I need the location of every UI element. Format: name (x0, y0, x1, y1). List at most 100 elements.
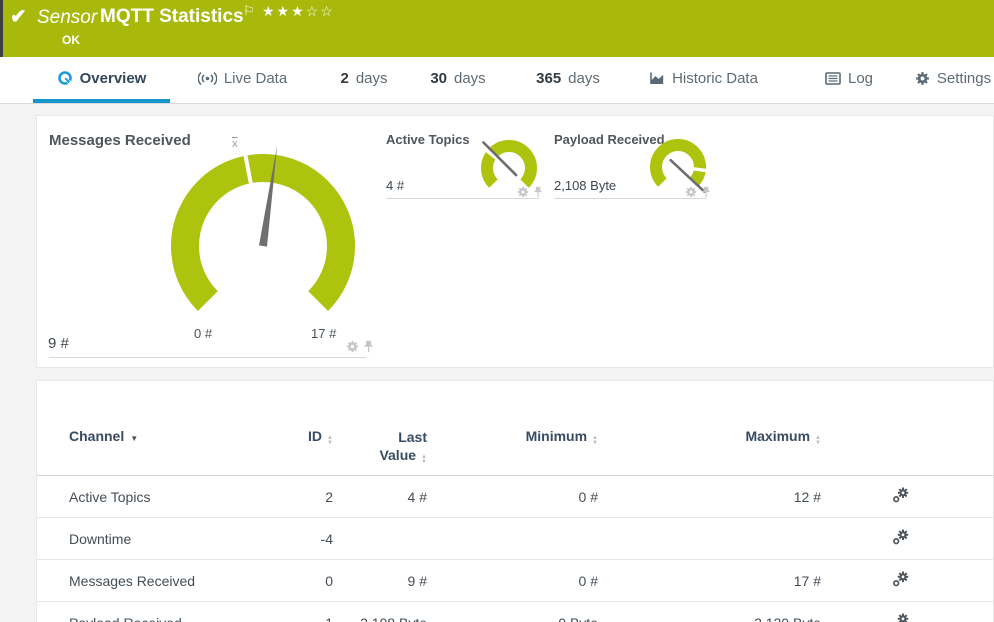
table-row[interactable]: Payload Received 1 2,108 Byte 0 Byte 2,1… (37, 601, 994, 622)
channels-table: Channel ▼ ID ▲ ▼ Last Value ▲ ▼ Minimum ▲ ▼ Maxi… (37, 381, 994, 622)
table-row[interactable]: Active Topics 2 4 # 0 # 12 # (37, 475, 994, 518)
channel-settings-gears-icon[interactable] (893, 487, 909, 503)
active-topics-value: 4 # (386, 178, 405, 193)
page-title: MQTT Statistics (100, 6, 244, 27)
col-header-maximum[interactable]: Maximum ▲ ▼ (602, 381, 827, 476)
cell-channel[interactable]: Active Topics (37, 475, 277, 518)
historic-chart-icon (650, 72, 664, 84)
tab-log-label: Log (847, 69, 874, 87)
gauge-icon (57, 71, 73, 86)
tab-30-days-num: 30 (430, 69, 447, 87)
sort-icon: ▲ ▼ (327, 435, 333, 446)
messages-gauge-value: 9 # (48, 335, 69, 352)
widget-gear-icon[interactable] (517, 186, 529, 198)
col-header-channel-label: Channel (69, 428, 125, 444)
widget-pin-icon[interactable] (363, 340, 374, 353)
active-topics-title: Active Topics (386, 132, 470, 147)
cell-minimum: 0 Byte (432, 601, 602, 622)
widget-pin-icon[interactable] (701, 186, 711, 198)
gauges-panel: Messages Received x 0 # 17 # 9 # Active … (36, 115, 994, 368)
cell-maximum: 17 # (602, 559, 827, 602)
tab-historic-data-label: Historic Data (672, 69, 758, 87)
col-header-last-value[interactable]: Last Value ▲ ▼ (337, 381, 432, 476)
status-badge: OK (62, 33, 80, 47)
cell-maximum: 12 # (602, 475, 827, 518)
cell-channel[interactable]: Payload Received (37, 601, 277, 622)
cell-maximum: 2,120 Byte (602, 601, 827, 622)
tab-30-days-label: days (454, 69, 486, 87)
messages-widget-icons (346, 340, 374, 353)
cell-id: 1 (277, 601, 337, 622)
cell-minimum: 0 # (432, 559, 602, 602)
cell-last-value (337, 517, 432, 560)
tab-2-days-num: 2 (340, 69, 349, 87)
cell-id: -4 (277, 517, 337, 560)
cell-id: 2 (277, 475, 337, 518)
channel-settings-gears-icon[interactable] (893, 529, 909, 545)
tab-overview[interactable]: Overview (33, 57, 170, 103)
col-header-last-label: Last (398, 429, 427, 445)
stars-empty[interactable]: ☆☆ (306, 3, 335, 19)
col-header-value-label: Value (379, 447, 417, 463)
tab-historic-data[interactable]: Historic Data (646, 57, 761, 103)
col-header-minimum[interactable]: Minimum ▲ ▼ (432, 381, 602, 476)
cell-maximum (602, 517, 827, 560)
col-header-actions (827, 381, 994, 476)
sort-desc-icon: ▼ (130, 434, 139, 443)
messages-gauge-max-label: 17 # (311, 326, 337, 341)
table-header-row: Channel ▼ ID ▲ ▼ Last Value ▲ ▼ Minimum ▲ ▼ Maxi… (37, 381, 994, 476)
channel-settings-gears-icon[interactable] (893, 613, 909, 622)
settings-gear-icon (916, 71, 929, 85)
status-check-icon: ✔ (10, 6, 27, 28)
widget-gear-icon[interactable] (346, 340, 359, 353)
cell-channel[interactable]: Messages Received (37, 559, 277, 602)
tab-overview-label: Overview (79, 69, 147, 87)
cell-id: 0 (277, 559, 337, 602)
cell-last-value: 9 # (337, 559, 432, 602)
channel-settings-gears-icon[interactable] (893, 571, 909, 587)
tab-settings-label: Settings (936, 69, 992, 87)
tab-30-days[interactable]: 30 days (424, 57, 492, 103)
tab-365-days-num: 365 (536, 69, 562, 87)
payload-widget-icons (685, 186, 711, 198)
col-header-channel[interactable]: Channel ▼ (37, 381, 277, 476)
messages-widget-divider (49, 357, 366, 358)
sort-icon: ▲ ▼ (592, 435, 598, 446)
active-topics-divider (386, 198, 539, 199)
cell-channel[interactable]: Downtime (37, 517, 277, 560)
stars-filled[interactable]: ★★★ (262, 3, 306, 19)
table-row[interactable]: Downtime -4 (37, 517, 994, 560)
active-topics-widget-icons (517, 186, 543, 198)
priority-flag-icon[interactable]: ⚐ (243, 3, 255, 19)
channels-panel: Channel ▼ ID ▲ ▼ Last Value ▲ ▼ Minimum ▲ ▼ Maxi… (36, 380, 994, 622)
sort-icon: ▲ ▼ (815, 435, 821, 446)
widget-pin-icon[interactable] (533, 186, 543, 198)
tab-bar: Overview Live Data 2 days 30 days 365 da… (0, 57, 994, 104)
tab-log[interactable]: Log (818, 57, 880, 103)
col-header-maximum-label: Maximum (745, 428, 811, 444)
col-header-id[interactable]: ID ▲ ▼ (277, 381, 337, 476)
sort-icon: ▲ ▼ (421, 454, 427, 465)
payload-value: 2,108 Byte (554, 178, 617, 193)
tab-live-data[interactable]: Live Data (190, 57, 295, 103)
cell-last-value: 2,108 Byte (337, 601, 432, 622)
cell-minimum: 0 # (432, 475, 602, 518)
sensor-header: ✔ Sensor MQTT Statistics ⚐ ★★★☆☆ OK (0, 0, 994, 57)
tab-2-days[interactable]: 2 days (336, 57, 392, 103)
cell-minimum (432, 517, 602, 560)
widget-gear-icon[interactable] (685, 186, 697, 198)
priority-stars[interactable]: ★★★☆☆ (262, 3, 335, 20)
cell-last-value: 4 # (337, 475, 432, 518)
payload-divider (554, 198, 707, 199)
window-edge (0, 0, 3, 57)
sensor-type-label: Sensor (37, 7, 98, 28)
messages-gauge (171, 145, 355, 312)
messages-gauge-min-label: 0 # (194, 326, 213, 341)
tab-settings[interactable]: Settings (912, 57, 994, 103)
tab-365-days[interactable]: 365 days (528, 57, 608, 103)
content-area: Messages Received x 0 # 17 # 9 # Active … (0, 104, 994, 622)
tab-2-days-label: days (355, 69, 388, 87)
table-row[interactable]: Messages Received 0 9 # 0 # 17 # (37, 559, 994, 602)
log-list-icon (825, 71, 841, 85)
col-header-id-label: ID (308, 428, 323, 444)
